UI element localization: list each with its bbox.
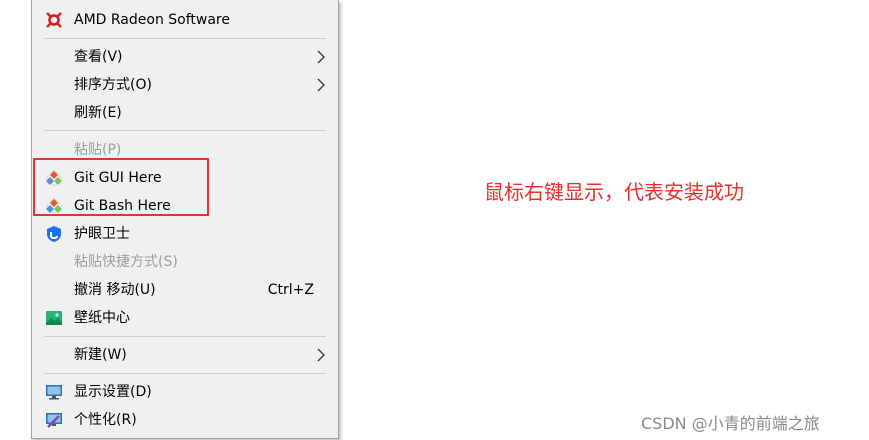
menu-item-new[interactable]: 新建(W) [32, 342, 338, 368]
menu-separator [44, 336, 326, 337]
menu-item-label: 护眼卫士 [74, 226, 130, 242]
menu-item-label: 排序方式(O) [74, 77, 152, 93]
menu-item-amd-radeon[interactable]: AMD Radeon Software [32, 7, 338, 33]
menu-item-display-settings[interactable]: 显示设置(D) [32, 379, 338, 405]
eye-shield-icon [47, 226, 61, 242]
menu-item-paste-shortcut: 粘贴快捷方式(S) [32, 249, 338, 275]
menu-item-undo-move[interactable]: 撤消 移动(U) Ctrl+Z [32, 277, 338, 303]
wallpaper-icon [46, 311, 62, 325]
menu-separator [44, 38, 326, 39]
chevron-right-icon [317, 50, 325, 64]
menu-item-label: 刷新(E) [74, 105, 122, 121]
menu-item-view[interactable]: 查看(V) [32, 44, 338, 70]
amd-radeon-icon [46, 12, 62, 28]
menu-separator [44, 130, 326, 131]
chevron-right-icon [317, 348, 325, 362]
display-settings-icon [46, 385, 62, 400]
context-menu: AMD Radeon Software 查看(V) 排序方式(O) 刷新(E) … [31, 0, 339, 439]
menu-item-label: AMD Radeon Software [74, 12, 230, 28]
personalize-icon [46, 413, 62, 428]
menu-item-label: 撤消 移动(U) [74, 282, 156, 298]
csdn-watermark: CSDN @小青的前端之旅 [641, 414, 820, 433]
annotation-caption: 鼠标右键显示，代表安装成功 [484, 180, 744, 204]
chevron-right-icon [317, 78, 325, 92]
menu-item-sort-by[interactable]: 排序方式(O) [32, 72, 338, 98]
menu-item-shortcut: Ctrl+Z [267, 282, 314, 298]
menu-item-label: 显示设置(D) [74, 384, 152, 400]
menu-item-label: 壁纸中心 [74, 310, 130, 326]
menu-item-label: 个性化(R) [74, 412, 137, 428]
menu-item-personalize[interactable]: 个性化(R) [32, 407, 338, 433]
menu-separator [44, 373, 326, 374]
menu-item-label: 粘贴快捷方式(S) [74, 254, 178, 270]
menu-item-refresh[interactable]: 刷新(E) [32, 100, 338, 126]
menu-item-label: 新建(W) [74, 347, 127, 363]
menu-item-eye-guard[interactable]: 护眼卫士 [32, 221, 338, 247]
menu-item-wallpaper-center[interactable]: 壁纸中心 [32, 305, 338, 331]
git-items-highlight-box [33, 158, 209, 216]
menu-item-label: 查看(V) [74, 49, 123, 65]
